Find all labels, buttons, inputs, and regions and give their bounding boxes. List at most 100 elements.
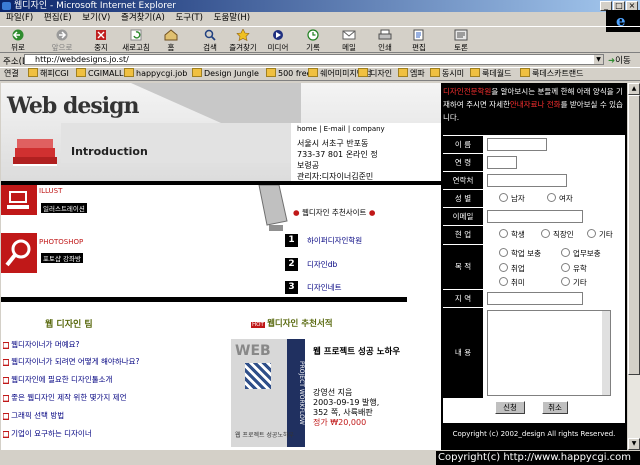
history-button[interactable]: 기록: [300, 29, 326, 53]
job-student-radio[interactable]: 학생: [499, 229, 525, 240]
tips-list: ■ 웹디자이너가 머예요? ■ 웹디자이너가 되려면 어떻게 해야하나요? ■ …: [3, 339, 223, 446]
menu-file[interactable]: 파일(F): [6, 13, 33, 23]
copyright-overlay: Copyright(c) http://www.happycgi.com: [436, 451, 640, 465]
submit-button[interactable]: 신청: [495, 401, 525, 414]
status-bar: Copyright(c) http://www.happycgi.com: [0, 450, 640, 465]
site-address: 서울시 서초구 반포동 733-37 801 온라인 정 보령공 관리자:디자이…: [297, 139, 378, 181]
label-purpose: 목 적: [443, 245, 483, 289]
link-item[interactable]: 500 free: [266, 68, 312, 80]
stop-icon: [96, 30, 106, 40]
gender-female-radio[interactable]: 여자: [547, 193, 573, 204]
history-icon: [307, 29, 319, 41]
age-input[interactable]: [487, 156, 517, 169]
book-name[interactable]: 웹 프로젝트 성공 노하우: [313, 347, 405, 358]
link-item[interactable]: 엠파: [398, 68, 425, 80]
link-item[interactable]: 디자인: [358, 68, 392, 80]
printer-icon: [378, 29, 392, 40]
book-cover[interactable]: WEB PROJECT WORKFLOW 웹 프로젝트 성공노하우: [231, 339, 305, 447]
tip-item[interactable]: ■ 웹디자인에 필요한 디자인툴소개: [3, 374, 223, 392]
tip-item[interactable]: ■ 웹디자이너가 되려면 어떻게 해야하나요?: [3, 356, 223, 374]
menu-view[interactable]: 보기(V): [82, 13, 110, 23]
site-logo[interactable]: Web design: [7, 93, 139, 119]
purpose-job-radio[interactable]: 취업: [499, 263, 525, 274]
link-item[interactable]: 룩데월드: [470, 68, 511, 80]
illust-sub[interactable]: 일러스트레이션: [41, 203, 87, 213]
window-title: 웹디자인 - Microsoft Internet Explorer: [14, 1, 176, 11]
go-button[interactable]: ➜이동: [608, 54, 631, 66]
tips-title: 웹 디자인 팀: [45, 320, 93, 330]
link-item[interactable]: 동시미: [430, 68, 464, 80]
back-button[interactable]: 뒤로: [4, 29, 32, 53]
forward-button[interactable]: 앞으로: [44, 29, 80, 53]
recommend-item[interactable]: 2 디자인db: [285, 258, 337, 271]
window-title-bar[interactable]: 웹디자인 - Microsoft Internet Explorer _ □ ×: [0, 0, 640, 12]
address-dropdown-icon[interactable]: ▼: [594, 55, 603, 64]
label-content: 내 용: [443, 308, 483, 398]
name-input[interactable]: [487, 138, 547, 151]
link-item[interactable]: 해피CGI: [28, 68, 69, 80]
refresh-icon: [130, 29, 142, 41]
cancel-button[interactable]: 취소: [542, 401, 568, 414]
media-button[interactable]: 미디어: [264, 29, 292, 53]
scroll-up-icon[interactable]: ▲: [628, 83, 640, 95]
menu-favorites[interactable]: 즐겨찾기(A): [121, 13, 165, 23]
home-button[interactable]: 홈: [160, 29, 182, 53]
address-input[interactable]: http://webdesigns.jo.st/: [24, 54, 604, 65]
illust-icon[interactable]: [1, 185, 37, 215]
refresh-button[interactable]: 새로고침: [118, 29, 154, 53]
nav-home[interactable]: home: [297, 125, 317, 133]
purpose-hobby-radio[interactable]: 취미: [499, 277, 525, 288]
job-worker-radio[interactable]: 직장인: [541, 229, 574, 240]
link-item[interactable]: happycgi.job: [124, 68, 187, 80]
tip-item[interactable]: ■ 기업이 요구하는 디자이너: [3, 428, 223, 446]
stop-button[interactable]: 중지: [88, 29, 114, 53]
scroll-thumb[interactable]: [628, 95, 640, 375]
monitor-graphic: [251, 184, 291, 235]
link-item[interactable]: 룩데스카트랜드: [520, 68, 584, 80]
favorites-icon: [236, 29, 250, 41]
menu-edit[interactable]: 편집(E): [44, 13, 72, 23]
phone-input[interactable]: [487, 174, 567, 187]
page-scrollbar[interactable]: ▲ ▼: [628, 83, 640, 450]
photoshop-icon[interactable]: [1, 233, 37, 273]
nav-company[interactable]: company: [352, 125, 384, 133]
tip-item[interactable]: ■ 좋은 웹디자인 제작 위한 몇가지 제언: [3, 392, 223, 410]
content-textarea[interactable]: [487, 310, 611, 396]
photoshop-title[interactable]: PHOTOSHOP: [39, 238, 83, 246]
recommend-item[interactable]: 1 하이퍼디자인학원: [285, 234, 362, 247]
purpose-abroad-radio[interactable]: 유학: [561, 263, 587, 274]
tip-item[interactable]: ■ 그래픽 선택 방법: [3, 410, 223, 428]
links-label: 연결: [4, 69, 19, 78]
email-input[interactable]: [487, 210, 583, 223]
link-item[interactable]: CGIMALL: [76, 68, 123, 80]
purpose-work-radio[interactable]: 업무보충: [561, 248, 601, 259]
recommend-item[interactable]: 3 디자인네트: [285, 281, 342, 294]
purpose-other-radio[interactable]: 기타: [561, 277, 587, 288]
discuss-button[interactable]: 토론: [448, 29, 474, 53]
favorites-button[interactable]: 즐겨찾기: [226, 29, 260, 53]
menu-tools[interactable]: 도구(T): [175, 13, 202, 23]
edit-button[interactable]: 편집: [406, 29, 432, 53]
link-item[interactable]: Design Jungle: [192, 68, 259, 80]
forward-arrow-icon: [56, 29, 68, 41]
intro-title: Introduction: [71, 145, 148, 158]
illust-title[interactable]: ILLUST: [39, 187, 62, 195]
links-bar: 연결 해피CGI CGIMALL happycgi.job Design Jun…: [0, 67, 640, 81]
search-button[interactable]: 검색: [198, 29, 222, 53]
purpose-study-radio[interactable]: 학업 보충: [499, 248, 541, 259]
job-other-radio[interactable]: 기타: [587, 229, 613, 240]
photoshop-sub[interactable]: 포토샵 강좌방: [41, 253, 83, 263]
label-name: 이 름: [443, 136, 483, 153]
nav-email[interactable]: E-mail: [324, 125, 346, 133]
region-input[interactable]: [487, 292, 583, 305]
scroll-down-icon[interactable]: ▼: [628, 438, 640, 450]
mail-button[interactable]: 메일: [336, 29, 362, 53]
menu-help[interactable]: 도움말(H): [214, 13, 250, 23]
tip-item[interactable]: ■ 웹디자이너가 머예요?: [3, 339, 223, 356]
page-content: Web design Introduction home | E-mail | …: [1, 83, 627, 450]
print-button[interactable]: 인쇄: [372, 29, 398, 53]
top-nav: home | E-mail | company: [297, 125, 385, 133]
gender-male-radio[interactable]: 남자: [499, 193, 525, 204]
label-job: 현 업: [443, 226, 483, 244]
textarea-scrollbar[interactable]: [602, 311, 610, 395]
